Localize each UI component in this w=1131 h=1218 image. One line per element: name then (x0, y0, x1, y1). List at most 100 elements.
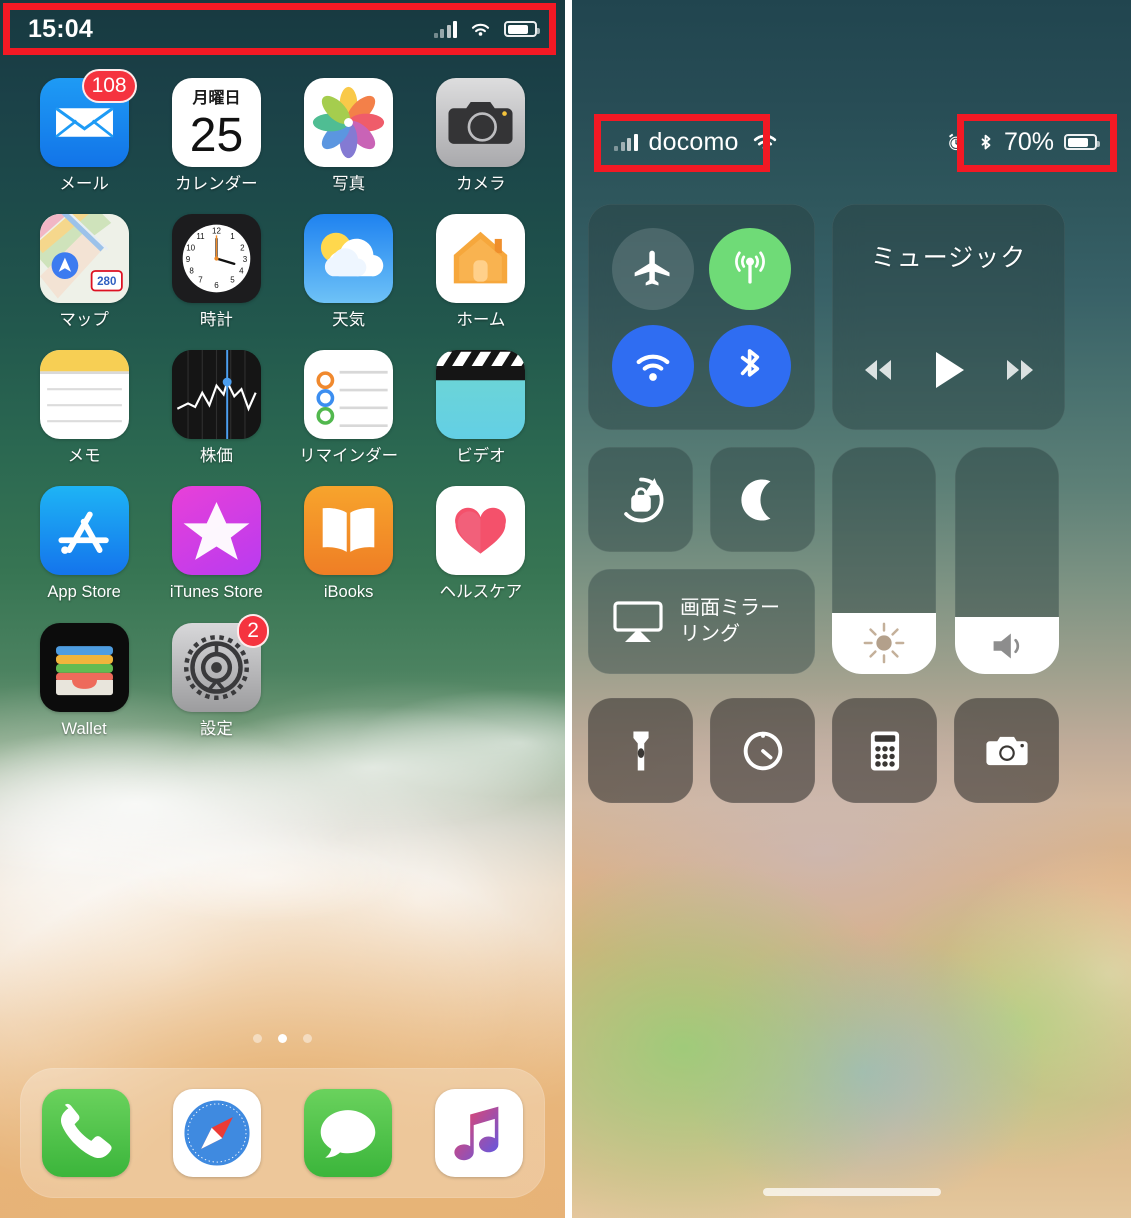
wifi-toggle[interactable] (611, 324, 694, 407)
app-icon-camera[interactable]: カメラ (415, 78, 547, 193)
app-icon-photos[interactable]: 写真 (283, 78, 415, 193)
do-not-disturb-toggle[interactable] (710, 447, 815, 552)
app-icon-calendar[interactable]: 月曜日 25 カレンダー (150, 78, 282, 193)
phone-icon[interactable] (41, 1089, 130, 1177)
app-label: ヘルスケア (439, 583, 523, 602)
music-note-icon[interactable] (435, 1089, 524, 1177)
app-label: App Store (47, 583, 121, 602)
app-label: iTunes Store (169, 583, 263, 602)
airplay-icon (613, 600, 663, 642)
svg-text:4: 4 (239, 267, 244, 276)
rotation-lock-toggle[interactable] (588, 447, 693, 552)
cellular-antenna-icon (735, 250, 766, 284)
app-label: iBooks (323, 583, 374, 602)
app-icon-ibooks[interactable]: iBooks (283, 486, 415, 601)
battery-icon (504, 21, 540, 37)
app-label: Wallet (61, 719, 107, 738)
timer-icon (743, 731, 782, 770)
battery-percentage: 70% (1003, 127, 1054, 156)
airplane-icon (634, 250, 670, 285)
ibooks-icon (304, 486, 394, 576)
svg-text:1: 1 (230, 232, 235, 241)
app-icon-settings[interactable]: 2 設定 (150, 613, 282, 738)
alarm-clock-icon (948, 133, 963, 151)
app-label: カレンダー (175, 175, 258, 193)
camera-icon (985, 736, 1028, 765)
music-module[interactable]: ミュージック (832, 204, 1065, 430)
home-icon (436, 214, 526, 304)
connectivity-module (588, 204, 815, 430)
screen-mirroring-module[interactable]: 画面ミラー リング (588, 569, 815, 674)
carrier-name: docomo (648, 127, 739, 156)
app-icon-mail[interactable]: 108 メール (18, 69, 150, 193)
wallet-icon (39, 622, 129, 712)
app-icon-reminders[interactable]: リマインダー (283, 350, 415, 465)
home-dock (20, 1068, 545, 1198)
app-icon-health[interactable]: ヘルスケア (415, 486, 547, 601)
app-icon-videos[interactable]: ビデオ (415, 350, 547, 465)
home-status-bar: 15:04 (0, 0, 565, 58)
camera-shortcut[interactable] (954, 698, 1059, 803)
svg-text:12: 12 (212, 227, 221, 236)
page-indicator-dots[interactable] (0, 1034, 565, 1043)
mirror-label-line1: 画面ミラー (680, 596, 780, 619)
app-label: 時計 (199, 311, 233, 330)
volume-slider[interactable] (955, 447, 1059, 674)
app-icon-appstore[interactable]: App Store (18, 486, 150, 601)
videos-icon (436, 350, 526, 440)
status-bar-clock: 15:04 (28, 14, 93, 43)
reminders-icon (304, 350, 394, 440)
control-center-status-bar: docomo 70% (572, 118, 1131, 166)
app-icon-stocks[interactable]: 株価 (150, 350, 282, 465)
speaker-volume-icon (993, 633, 1020, 659)
app-label: ホーム (456, 311, 506, 330)
page-dot-2-active[interactable] (278, 1034, 287, 1043)
app-icon-itunes-store[interactable]: iTunes Store (150, 486, 282, 601)
app-icon-weather[interactable]: 天気 (283, 214, 415, 329)
app-icon-wallet[interactable]: Wallet (18, 622, 150, 738)
svg-text:2: 2 (240, 244, 245, 253)
panel-divider (565, 0, 572, 1218)
music-controls (860, 350, 1038, 390)
clock-icon: 12 1 2 3 45 6 78 9 10 11 (171, 214, 261, 304)
music-title: ミュージック (870, 244, 1027, 272)
app-icon-clock[interactable]: 12 1 2 3 45 6 78 9 10 11 時計 (150, 214, 282, 329)
app-label: ビデオ (456, 447, 506, 466)
play-icon[interactable] (932, 350, 966, 390)
app-icon-home[interactable]: ホーム (415, 214, 547, 329)
app-label: 写真 (332, 175, 366, 193)
app-icon-maps[interactable]: 280 マップ (18, 214, 150, 329)
airplane-mode-toggle[interactable] (611, 227, 694, 310)
bluetooth-icon (741, 348, 760, 377)
wifi-icon (471, 23, 490, 36)
calendar-icon: 月曜日 25 (171, 78, 261, 167)
svg-text:6: 6 (214, 281, 219, 290)
flashlight-shortcut[interactable] (588, 698, 693, 803)
svg-text:月曜日: 月曜日 (191, 89, 240, 107)
dual-screenshot-container: 15:04 108 メール 月曜日 25 カレンダー 写真 カメラ 280 マッ… (0, 0, 1131, 1218)
svg-text:25: 25 (190, 108, 243, 162)
page-dot-1[interactable] (253, 1034, 262, 1043)
health-icon (436, 486, 526, 576)
messages-bubble-icon[interactable] (304, 1089, 393, 1177)
cellular-data-toggle[interactable] (709, 227, 792, 310)
svg-text:280: 280 (97, 276, 116, 288)
brightness-slider[interactable] (832, 447, 936, 674)
timer-shortcut[interactable] (710, 698, 815, 803)
svg-text:7: 7 (198, 276, 203, 285)
fast-forward-icon[interactable] (1002, 357, 1038, 383)
rewind-icon[interactable] (860, 357, 896, 383)
bluetooth-toggle[interactable] (709, 324, 792, 407)
appstore-icon (39, 486, 129, 576)
battery-icon (1064, 134, 1100, 150)
app-label: リマインダー (299, 447, 399, 466)
control-center-modules: ミュージック 画面ミラー リング (572, 204, 1131, 803)
page-dot-3[interactable] (303, 1034, 312, 1043)
app-icon-notes[interactable]: メモ (18, 350, 150, 465)
svg-text:3: 3 (243, 255, 248, 264)
safari-compass-icon[interactable] (172, 1089, 261, 1177)
calculator-shortcut[interactable] (832, 698, 937, 803)
cc-middle-row: 画面ミラー リング (588, 447, 1115, 674)
svg-text:8: 8 (189, 267, 194, 276)
svg-text:11: 11 (196, 232, 205, 241)
